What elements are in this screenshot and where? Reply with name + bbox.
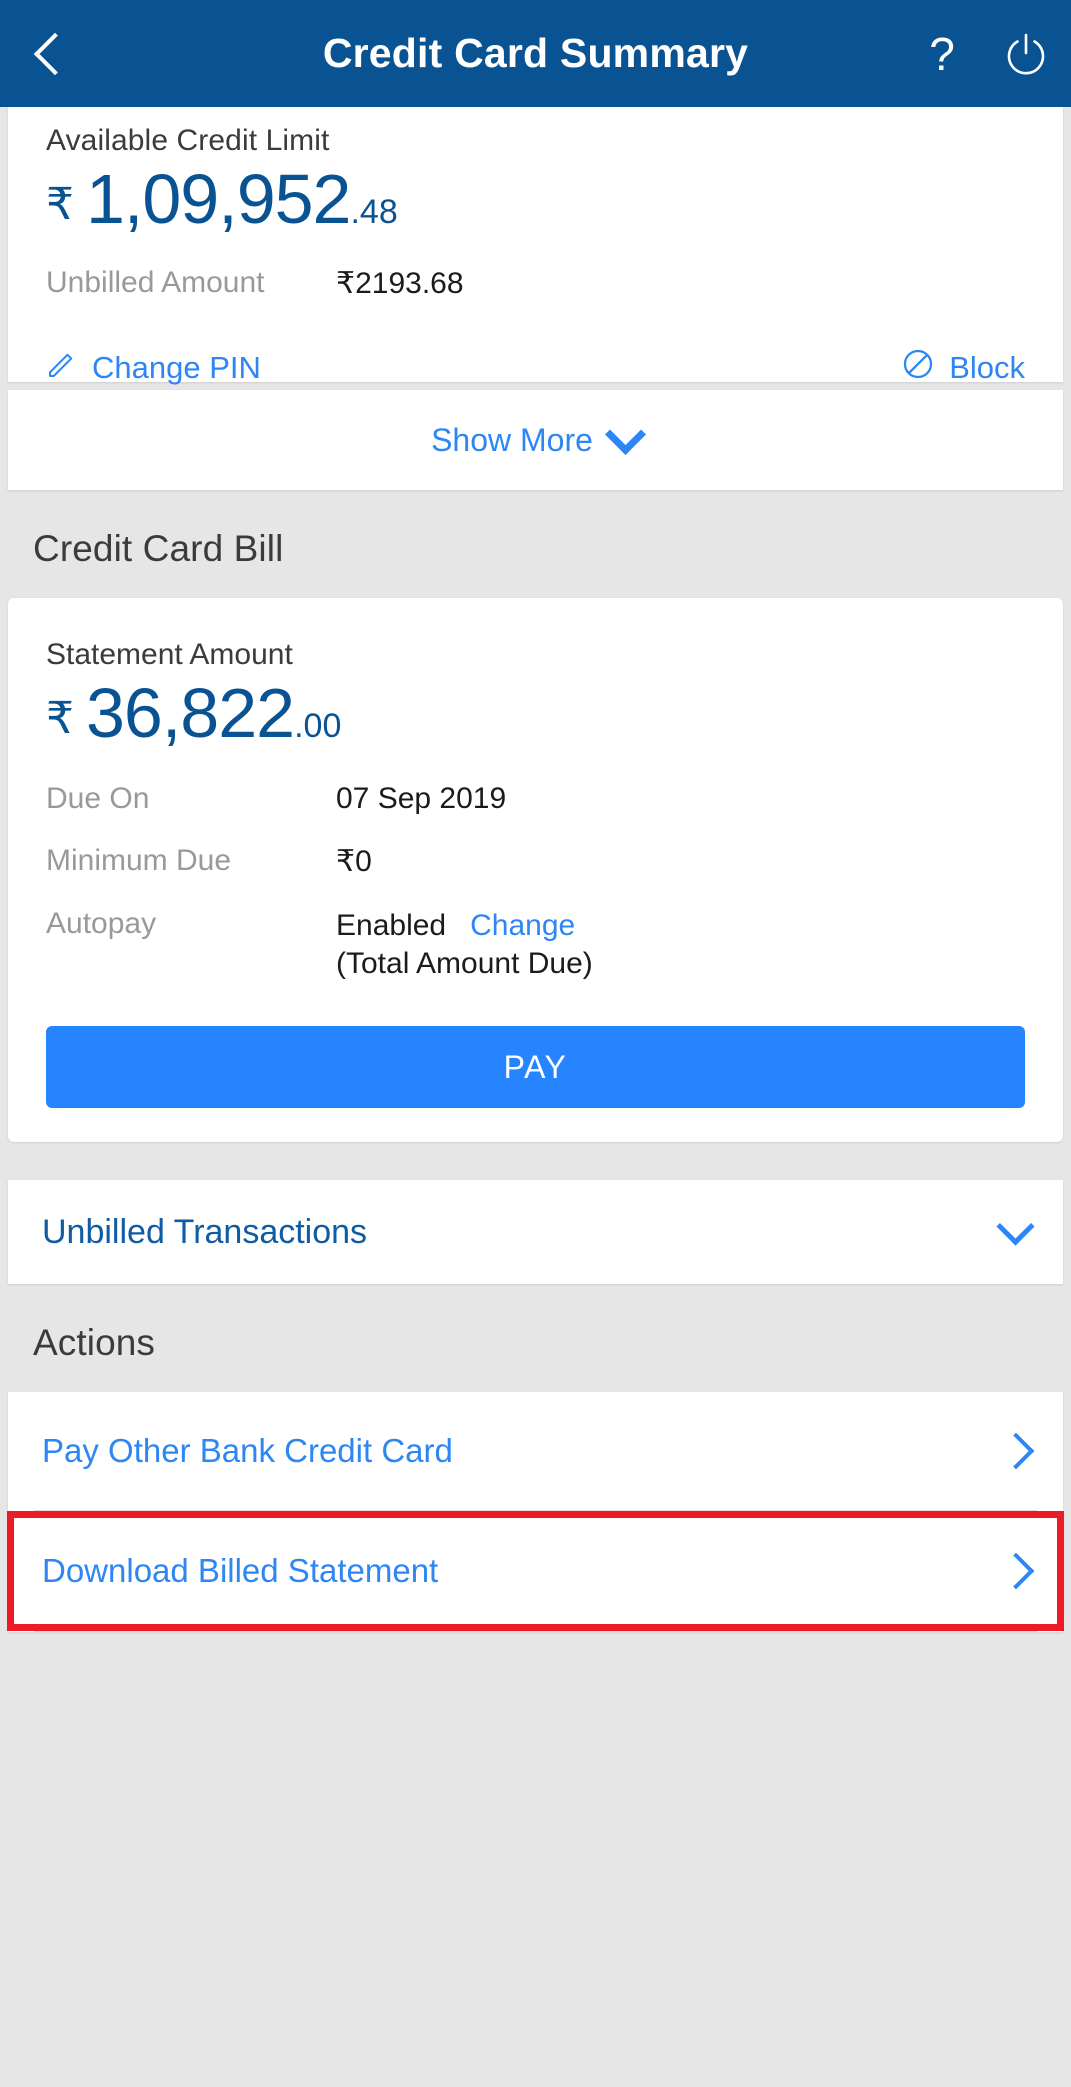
minimum-due-value: ₹0	[336, 845, 372, 878]
page-title: Credit Card Summary	[322, 30, 749, 76]
block-card-button[interactable]: Block	[901, 347, 1025, 389]
credit-card-bill-heading: Credit Card Bill	[33, 528, 284, 569]
autopay-label: Autopay	[46, 907, 157, 940]
statement-amount: ₹ 36,822 .00	[46, 678, 1025, 748]
due-on-value: 07 Sep 2019	[336, 782, 507, 815]
divider	[34, 1630, 1037, 1632]
credit-card-bill-card: Statement Amount ₹ 36,822 .00 Due On 07 …	[8, 598, 1063, 1142]
show-more-label: Show More	[431, 421, 593, 458]
unbilled-transactions-title: Unbilled Transactions	[42, 1212, 368, 1251]
minimum-due-row: Minimum Due ₹0	[46, 844, 1025, 879]
available-limit-amount: ₹ 1,09,952 .48	[46, 164, 1025, 234]
autopay-note: (Total Amount Due)	[336, 946, 593, 980]
statement-amount-whole: 36,822	[86, 674, 295, 752]
actions-card: Pay Other Bank Credit Card Download Bill…	[8, 1392, 1063, 1632]
block-card-label: Block	[949, 350, 1025, 385]
rupee-symbol: ₹	[46, 180, 74, 229]
show-more-button[interactable]: Show More	[8, 390, 1063, 490]
autopay-row: Autopay Enabled Change (Total Amount Due)	[46, 907, 1025, 982]
action-label: Pay Other Bank Credit Card	[42, 1432, 453, 1469]
available-limit-decimal: .48	[350, 193, 398, 231]
pencil-icon	[46, 348, 78, 388]
change-pin-button[interactable]: Change PIN	[46, 348, 261, 388]
statement-amount-label: Statement Amount	[46, 638, 293, 671]
available-limit-label: Available Credit Limit	[46, 124, 330, 157]
chevron-down-icon	[996, 1206, 1035, 1246]
unbilled-amount-label: Unbilled Amount	[46, 266, 265, 299]
actions-heading: Actions	[33, 1322, 156, 1363]
action-row-pay-other-bank-credit-card[interactable]: Pay Other Bank Credit Card	[8, 1392, 1063, 1510]
minimum-due-label: Minimum Due	[46, 844, 232, 877]
chevron-right-icon	[997, 1432, 1035, 1470]
statement-amount-decimal: .00	[294, 707, 342, 745]
app-header: Credit Card Summary ?	[0, 0, 1071, 107]
unbilled-amount-row: Unbilled Amount ₹2193.68	[46, 266, 1025, 301]
pay-button[interactable]: PAY	[46, 1026, 1025, 1108]
unbilled-transactions-row[interactable]: Unbilled Transactions	[8, 1180, 1063, 1284]
chevron-right-icon	[997, 1552, 1035, 1590]
header-actions: ?	[925, 31, 1049, 77]
unbilled-amount-value: ₹2193.68	[336, 267, 464, 300]
help-icon[interactable]: ?	[925, 31, 959, 77]
rupee-symbol: ₹	[46, 694, 74, 743]
action-label: Download Billed Statement	[42, 1552, 439, 1589]
action-row-download-billed-statement[interactable]: Download Billed Statement	[8, 1512, 1063, 1630]
left-gutter	[0, 107, 8, 2087]
available-limit-whole: 1,09,952	[86, 160, 351, 238]
no-entry-icon	[901, 347, 935, 389]
power-icon[interactable]	[1003, 31, 1049, 77]
page-body: Available Credit Limit ₹ 1,09,952 .48 Un…	[0, 107, 1071, 2087]
autopay-status: Enabled	[336, 909, 447, 942]
autopay-change-link[interactable]: Change	[470, 909, 575, 942]
card-quick-actions: Change PIN Block	[46, 347, 1025, 389]
autopay-value-group: Enabled Change (Total Amount Due)	[336, 907, 593, 982]
due-on-label: Due On	[46, 782, 150, 815]
credit-summary-card: Available Credit Limit ₹ 1,09,952 .48 Un…	[8, 107, 1063, 385]
chevron-down-icon	[604, 413, 646, 455]
due-on-row: Due On 07 Sep 2019	[46, 782, 1025, 816]
change-pin-label: Change PIN	[92, 350, 261, 385]
bill-detail-rows: Due On 07 Sep 2019 Minimum Due ₹0 Autopa…	[46, 782, 1025, 982]
